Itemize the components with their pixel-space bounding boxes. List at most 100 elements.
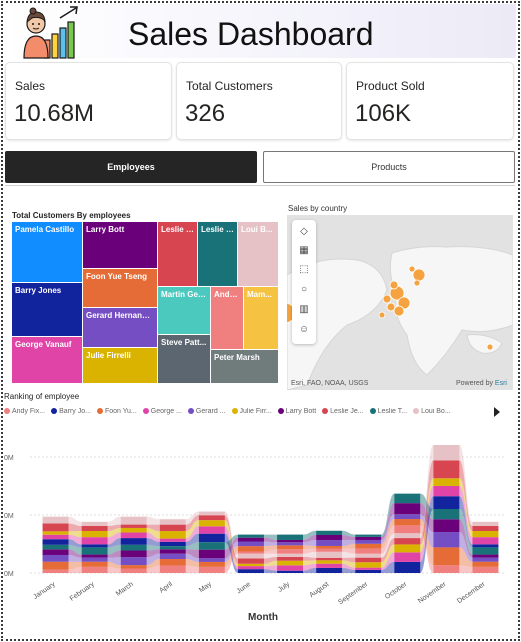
ribbon-segment[interactable] xyxy=(433,509,460,520)
ribbon-segment[interactable] xyxy=(81,531,108,538)
ribbon-segment[interactable] xyxy=(472,544,499,548)
treemap-cell[interactable]: Steve Patt... xyxy=(158,335,210,383)
sales-map[interactable] xyxy=(287,215,513,390)
ribbon-segment[interactable] xyxy=(237,569,264,573)
ribbon-segment[interactable] xyxy=(433,496,460,509)
ribbon-segment[interactable] xyxy=(316,545,343,549)
ribbon-segment[interactable] xyxy=(472,566,499,573)
ribbon-segment[interactable] xyxy=(81,525,108,532)
ribbon-segment[interactable] xyxy=(433,485,460,497)
treemap-cell[interactable]: Martin Ger... xyxy=(158,287,210,334)
ribbon-segment[interactable] xyxy=(237,541,264,547)
person-icon[interactable]: ☺ xyxy=(298,324,310,336)
ribbon-segment[interactable] xyxy=(198,542,225,550)
ribbon-segment[interactable] xyxy=(394,525,421,534)
ribbon-segment[interactable] xyxy=(120,524,147,528)
ribbon-segment[interactable] xyxy=(159,524,186,532)
treemap-cell[interactable]: Loui B... xyxy=(238,222,278,286)
ribbon-segment[interactable] xyxy=(277,534,304,540)
ribbon-segment[interactable] xyxy=(42,534,69,540)
ribbon-segment[interactable] xyxy=(355,543,382,549)
ribbon-segment[interactable] xyxy=(159,565,186,573)
legend-item[interactable]: Larry Bott xyxy=(277,408,316,415)
ribbon-segment[interactable] xyxy=(198,533,225,543)
treemap-cell[interactable]: Foon Yue Tseng xyxy=(83,269,157,307)
ribbon-segment[interactable] xyxy=(120,550,147,558)
ribbon-segment[interactable] xyxy=(277,539,304,543)
treemap-cell[interactable]: Barry Jones xyxy=(12,283,82,336)
ribbon-segment[interactable] xyxy=(355,539,382,544)
ribbon-segment[interactable] xyxy=(237,563,264,567)
ribbon-segment[interactable] xyxy=(159,546,186,550)
ribbon-segment[interactable] xyxy=(355,569,382,573)
ribbon-segment[interactable] xyxy=(120,532,147,539)
ribbon-segment[interactable] xyxy=(277,570,304,573)
treemap-cell[interactable]: Julie Firrelli xyxy=(83,348,157,383)
legend-item[interactable]: Loui Bo... xyxy=(413,408,451,415)
ribbon-segment[interactable] xyxy=(237,566,264,570)
ribbon-segment[interactable] xyxy=(316,548,343,552)
ribbon-segment[interactable] xyxy=(433,547,460,566)
layers-icon[interactable]: ◇ xyxy=(298,226,310,238)
ribbon-segment[interactable] xyxy=(433,460,460,479)
ribbon-segment[interactable] xyxy=(472,557,499,562)
ribbon-segment[interactable] xyxy=(277,553,304,557)
ribbon-segment[interactable] xyxy=(277,556,304,561)
ribbon-segment[interactable] xyxy=(81,544,108,548)
ribbon-segment[interactable] xyxy=(120,565,147,569)
ribbon-segment[interactable] xyxy=(42,554,69,562)
ribbon-segment[interactable] xyxy=(42,516,69,524)
legend-item[interactable]: Leslie T... xyxy=(369,408,407,415)
ribbon-segment[interactable] xyxy=(394,514,421,520)
ribbon-segment[interactable] xyxy=(198,549,225,559)
treemap-cell[interactable]: Larry Bott xyxy=(83,222,157,268)
ribbon-segment[interactable] xyxy=(42,531,69,535)
ribbon-segment[interactable] xyxy=(120,516,147,525)
legend-next-icon[interactable] xyxy=(494,407,500,417)
ribbon-segment[interactable] xyxy=(237,534,264,538)
ribbon-segment[interactable] xyxy=(81,547,108,555)
ribbon-segment[interactable] xyxy=(237,558,264,564)
ribbon-segment[interactable] xyxy=(237,546,264,552)
ribbon-segment[interactable] xyxy=(159,531,186,539)
ribbon-segment[interactable] xyxy=(42,569,69,573)
legend-item[interactable]: George ... xyxy=(142,408,182,415)
ribbon-segment[interactable] xyxy=(159,519,186,525)
ribbon-segment[interactable] xyxy=(81,521,108,526)
legend-item[interactable]: Barry Jo... xyxy=(51,408,91,415)
ribbon-segment[interactable] xyxy=(237,553,264,559)
treemap-cell[interactable]: Leslie T... xyxy=(198,222,237,286)
ribbon-segment[interactable] xyxy=(198,515,225,521)
legend-item[interactable]: Julie Firr... xyxy=(231,408,272,415)
ribbon-segment[interactable] xyxy=(316,560,343,564)
ribbon-segment[interactable] xyxy=(355,534,382,537)
ribbon-segment[interactable] xyxy=(355,562,382,568)
ribbon-segment[interactable] xyxy=(316,563,343,568)
treemap-cell[interactable]: Mam... xyxy=(244,287,278,349)
ribbon-segment[interactable] xyxy=(472,561,499,567)
ribbon-segment[interactable] xyxy=(316,540,343,546)
ribbon-segment[interactable] xyxy=(472,547,499,555)
treemap-cell[interactable]: Andy... xyxy=(211,287,243,349)
ribbon-segment[interactable] xyxy=(81,537,108,545)
ribbon-segment[interactable] xyxy=(355,548,382,554)
ribbon-segment[interactable] xyxy=(433,478,460,486)
ribbon-segment[interactable] xyxy=(42,561,69,570)
ribbon-segment[interactable] xyxy=(81,554,108,558)
treemap-cell[interactable]: Gerard Hernandez xyxy=(83,308,157,347)
qr-icon[interactable]: ▦ xyxy=(298,245,310,257)
ribbon-segment[interactable] xyxy=(433,445,460,461)
treemap-cell[interactable]: George Vanauf xyxy=(12,337,82,383)
ribbon-segment[interactable] xyxy=(355,567,382,570)
treemap-cell[interactable]: Leslie J... xyxy=(158,222,197,286)
ribbon-segment[interactable] xyxy=(433,519,460,533)
treemap-cell[interactable]: Peter Marsh xyxy=(211,350,278,383)
ribbon-segment[interactable] xyxy=(159,538,186,542)
ribbon-segment[interactable] xyxy=(355,536,382,540)
ribbon-segment[interactable] xyxy=(42,544,69,550)
ribbon-segment[interactable] xyxy=(198,561,225,567)
ribbon-segment[interactable] xyxy=(277,565,304,571)
ribbon-segment[interactable] xyxy=(394,552,421,562)
ribbon-segment[interactable] xyxy=(120,568,147,573)
ribbon-segment[interactable] xyxy=(81,561,108,567)
